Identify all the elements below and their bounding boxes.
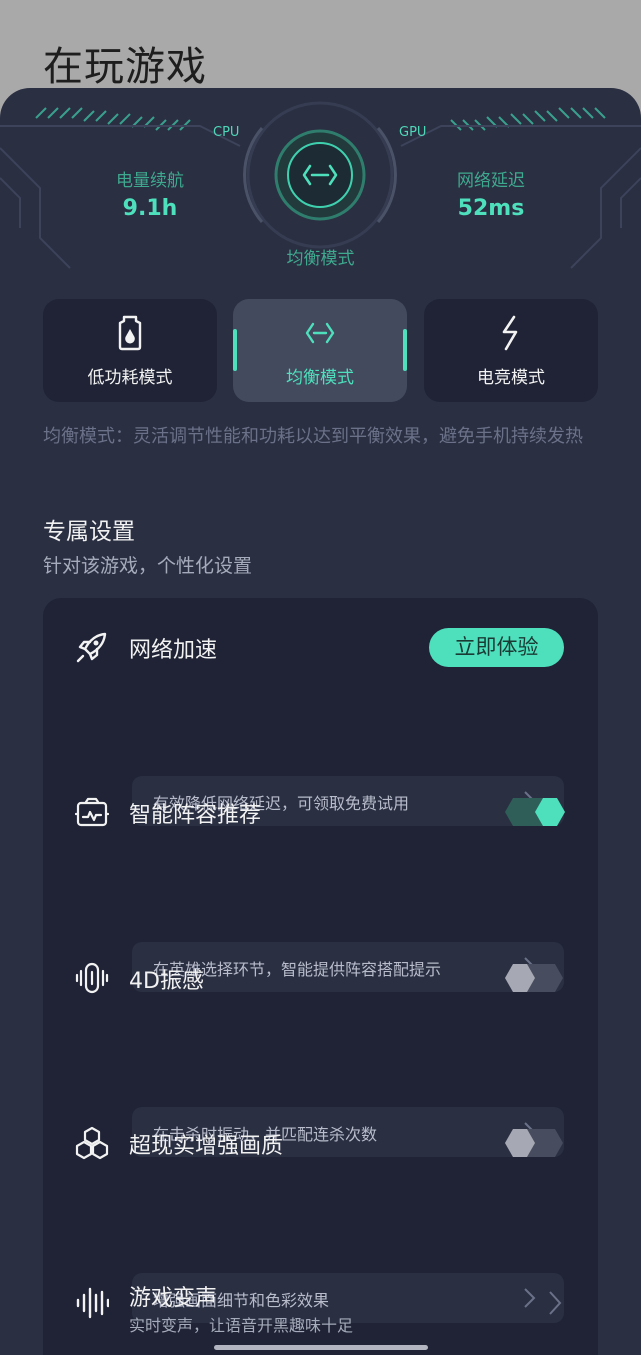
mode-low-power-label: 低功耗模式 xyxy=(87,368,173,388)
latency-value: 52ms xyxy=(457,196,525,221)
current-mode-label: 均衡模式 xyxy=(286,249,355,269)
smart-lineup-name: 智能阵容推荐 xyxy=(129,803,262,828)
mode-low-power-button[interactable]: 低功耗模式 xyxy=(43,299,217,402)
rocket-icon xyxy=(76,632,107,663)
latency-label: 网络延迟 xyxy=(457,171,525,191)
voice-changer-subtitle: 实时变声，让语音开黑趣味十足 xyxy=(129,1316,354,1335)
vibration-name: 4D振感 xyxy=(129,969,204,994)
lightning-icon xyxy=(502,315,518,351)
balance-code-icon xyxy=(305,322,335,344)
try-now-button[interactable]: 立即体验 xyxy=(429,628,564,667)
network-accel-name: 网络加速 xyxy=(129,638,218,663)
smart-lineup-toggle[interactable] xyxy=(505,798,565,826)
quality-name: 超现实增强画质 xyxy=(129,1134,284,1159)
mode-balanced-button[interactable]: 均衡模式 xyxy=(233,299,407,402)
quality-toggle[interactable] xyxy=(505,1129,565,1157)
home-indicator[interactable] xyxy=(214,1345,428,1350)
section-title: 专属设置 xyxy=(43,519,135,545)
battery-drop-icon xyxy=(118,315,142,351)
section-subtitle: 针对该游戏，个性化设置 xyxy=(43,555,253,577)
battery-value: 9.1h xyxy=(122,196,178,221)
vibration-icon xyxy=(75,962,109,994)
page-title: 在玩游戏 xyxy=(43,44,207,90)
cpu-label: CPU xyxy=(213,125,240,140)
monitor-pulse-icon xyxy=(75,797,109,827)
gpu-label: GPU xyxy=(399,125,427,140)
battery-label: 电量续航 xyxy=(116,171,184,191)
chevron-right-icon[interactable] xyxy=(547,1290,563,1316)
soundwave-icon xyxy=(76,1287,109,1319)
mode-esports-label: 电竞模式 xyxy=(477,368,545,388)
settings-card: 网络加速 立即体验 有效降低网络延迟，可领取免费试用 智能阵容推荐 在英雄选择环… xyxy=(43,598,598,1355)
hexagons-icon xyxy=(75,1126,109,1160)
game-mode-panel: CPU GPU 电量续航 9.1h 网络延迟 52ms 均衡模式 低功耗模式 均… xyxy=(0,88,641,1355)
voice-changer-name[interactable]: 游戏变声 xyxy=(129,1280,217,1312)
mode-description: 均衡模式：灵活调节性能和功耗以达到平衡效果，避免手机持续发热 xyxy=(43,426,583,447)
mode-balanced-label: 均衡模式 xyxy=(286,368,354,388)
vibration-toggle[interactable] xyxy=(505,964,565,992)
chevron-right-icon xyxy=(524,1288,536,1308)
mode-esports-button[interactable]: 电竞模式 xyxy=(424,299,598,402)
